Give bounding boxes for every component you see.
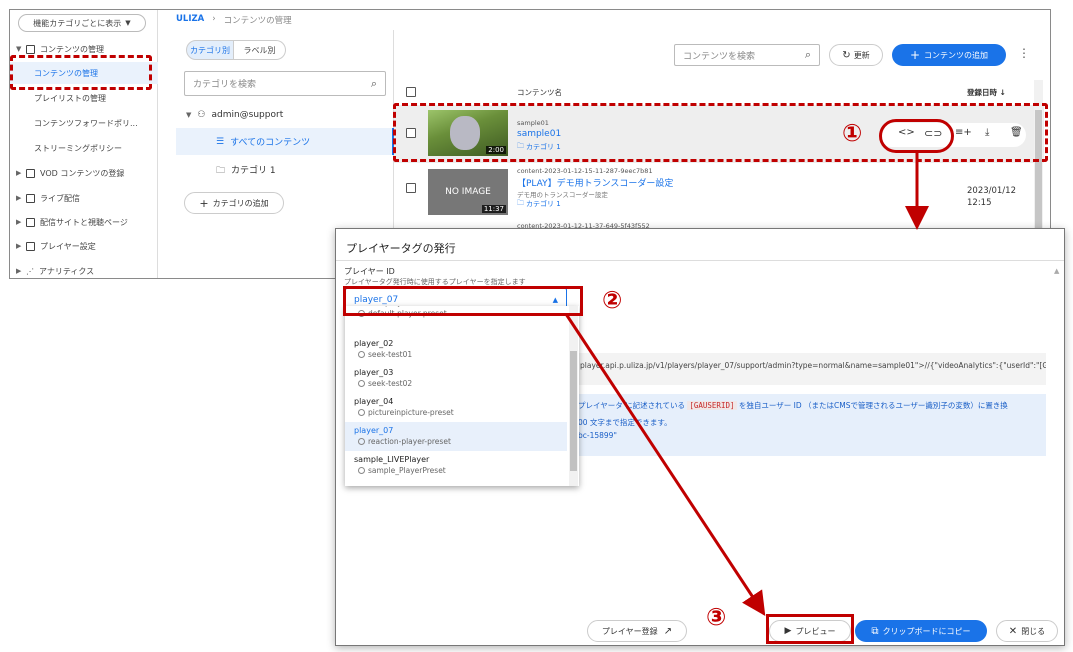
arrow-2-to-preview [564,313,766,617]
annotation-arrows [564,153,929,617]
